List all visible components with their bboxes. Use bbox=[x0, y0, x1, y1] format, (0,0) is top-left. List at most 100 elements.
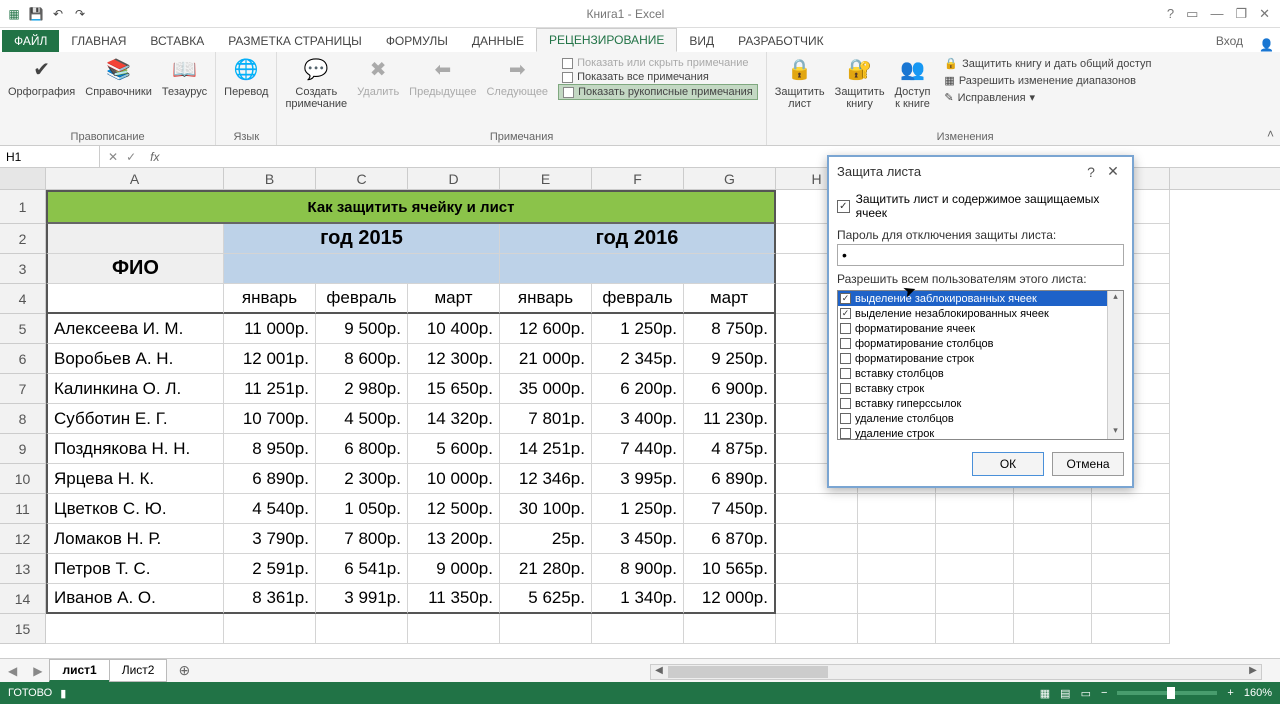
cell[interactable] bbox=[936, 584, 1014, 614]
cell[interactable]: 9 250р. bbox=[684, 344, 776, 374]
cell[interactable]: Субботин Е. Г. bbox=[46, 404, 224, 434]
cell[interactable] bbox=[1092, 554, 1170, 584]
show-ink-comments[interactable]: Показать рукописные примечания bbox=[558, 84, 758, 100]
cell[interactable]: Ярцева Н. К. bbox=[46, 464, 224, 494]
listbox-scrollbar[interactable]: ▴▾ bbox=[1107, 291, 1123, 439]
cell[interactable]: 14 320р. bbox=[408, 404, 500, 434]
cell[interactable]: 12 000р. bbox=[684, 584, 776, 614]
permission-item[interactable]: ✓выделение незаблокированных ячеек bbox=[838, 306, 1123, 321]
cell[interactable]: 7 450р. bbox=[684, 494, 776, 524]
cell[interactable]: 25р. bbox=[500, 524, 592, 554]
cell[interactable] bbox=[1092, 524, 1170, 554]
maximize-icon[interactable]: ❐ bbox=[1235, 6, 1247, 22]
cell[interactable]: год 2016 bbox=[500, 224, 776, 254]
cell[interactable]: 8 600р. bbox=[316, 344, 408, 374]
row-header[interactable]: 3 bbox=[0, 254, 46, 284]
cell[interactable]: Позднякова Н. Н. bbox=[46, 434, 224, 464]
cell[interactable]: 4 500р. bbox=[316, 404, 408, 434]
sheet-tab[interactable]: Лист2 bbox=[109, 659, 168, 682]
row-header[interactable]: 12 bbox=[0, 524, 46, 554]
share-workbook-button[interactable]: 👥Доступ к книге bbox=[895, 56, 931, 110]
cell[interactable]: 11 251р. bbox=[224, 374, 316, 404]
cell[interactable]: январь bbox=[500, 284, 592, 314]
cell[interactable]: 10 700р. bbox=[224, 404, 316, 434]
row-header[interactable]: 8 bbox=[0, 404, 46, 434]
track-changes-button[interactable]: ✎Исправления ▾ bbox=[940, 90, 1155, 105]
cell[interactable]: 11 230р. bbox=[684, 404, 776, 434]
zoom-slider[interactable] bbox=[1117, 691, 1217, 695]
show-hide-comment[interactable]: Показать или скрыть примечание bbox=[558, 56, 758, 70]
row-header[interactable]: 2 bbox=[0, 224, 46, 254]
tab-вид[interactable]: ВИД bbox=[677, 30, 726, 52]
cell[interactable]: 6 900р. bbox=[684, 374, 776, 404]
sheet-tab[interactable]: лист1 bbox=[49, 659, 109, 682]
row-header[interactable]: 1 bbox=[0, 190, 46, 224]
tab-рецензирование[interactable]: РЕЦЕНЗИРОВАНИЕ bbox=[536, 28, 677, 52]
cell[interactable] bbox=[936, 494, 1014, 524]
row-header[interactable]: 6 bbox=[0, 344, 46, 374]
row-header[interactable]: 10 bbox=[0, 464, 46, 494]
cell[interactable]: 8 900р. bbox=[592, 554, 684, 584]
minimize-icon[interactable]: ― bbox=[1210, 6, 1223, 22]
row-header[interactable]: 4 bbox=[0, 284, 46, 314]
tab-файл[interactable]: ФАЙЛ bbox=[2, 30, 59, 52]
new-sheet-button[interactable]: ⊕ bbox=[166, 659, 202, 682]
cell[interactable] bbox=[224, 614, 316, 644]
permission-item[interactable]: вставку строк bbox=[838, 381, 1123, 396]
cell[interactable]: Иванов А. О. bbox=[46, 584, 224, 614]
cell[interactable] bbox=[46, 614, 224, 644]
cell[interactable]: 12 300р. bbox=[408, 344, 500, 374]
horizontal-scrollbar[interactable]: ◀▶ bbox=[650, 664, 1262, 680]
cell[interactable]: Калинкина О. Л. bbox=[46, 374, 224, 404]
col-header-G[interactable]: G bbox=[684, 168, 776, 189]
tab-данные[interactable]: ДАННЫЕ bbox=[460, 30, 536, 52]
cell[interactable]: 3 400р. bbox=[592, 404, 684, 434]
fx-icon[interactable]: fx bbox=[144, 150, 165, 164]
cell[interactable]: январь bbox=[224, 284, 316, 314]
cell[interactable]: 8 361р. bbox=[224, 584, 316, 614]
permission-checkbox[interactable] bbox=[840, 428, 851, 439]
row-header[interactable]: 7 bbox=[0, 374, 46, 404]
permission-checkbox[interactable]: ✓ bbox=[840, 293, 851, 304]
show-all-comments[interactable]: Показать все примечания bbox=[558, 70, 758, 84]
signin-link[interactable]: Вход bbox=[1206, 30, 1253, 52]
cell[interactable]: 6 870р. bbox=[684, 524, 776, 554]
cell[interactable] bbox=[858, 554, 936, 584]
cell[interactable]: 2 980р. bbox=[316, 374, 408, 404]
cell[interactable]: 3 991р. bbox=[316, 584, 408, 614]
cell[interactable]: 1 250р. bbox=[592, 314, 684, 344]
cell[interactable]: 10 565р. bbox=[684, 554, 776, 584]
cell[interactable]: 1 050р. bbox=[316, 494, 408, 524]
cell[interactable] bbox=[1014, 494, 1092, 524]
zoom-in-icon[interactable]: + bbox=[1227, 687, 1233, 699]
collapse-ribbon-icon[interactable]: ˄ bbox=[1267, 127, 1274, 141]
cell[interactable]: Петров Т. С. bbox=[46, 554, 224, 584]
permission-item[interactable]: ✓выделение заблокированных ячеек bbox=[838, 291, 1123, 306]
cell[interactable] bbox=[224, 254, 500, 284]
zoom-level[interactable]: 160% bbox=[1244, 687, 1272, 699]
cell[interactable]: 12 600р. bbox=[500, 314, 592, 344]
cell[interactable] bbox=[592, 614, 684, 644]
cell[interactable]: 12 346р. bbox=[500, 464, 592, 494]
view-normal-icon[interactable]: ▦ bbox=[1040, 687, 1050, 700]
view-layout-icon[interactable]: ▤ bbox=[1060, 687, 1070, 700]
cell[interactable]: 6 800р. bbox=[316, 434, 408, 464]
research-button[interactable]: 📚Справочники bbox=[85, 56, 152, 98]
permission-checkbox[interactable] bbox=[840, 368, 851, 379]
cell[interactable]: 3 450р. bbox=[592, 524, 684, 554]
ribbon-options-icon[interactable]: ▭ bbox=[1186, 6, 1198, 22]
cell[interactable] bbox=[1014, 524, 1092, 554]
cell[interactable]: 4 875р. bbox=[684, 434, 776, 464]
cell[interactable]: 2 345р. bbox=[592, 344, 684, 374]
cell[interactable]: Алексеева И. М. bbox=[46, 314, 224, 344]
macro-record-icon[interactable]: ▮ bbox=[60, 687, 66, 700]
cell[interactable]: 12 001р. bbox=[224, 344, 316, 374]
cell[interactable]: 15 650р. bbox=[408, 374, 500, 404]
cell[interactable] bbox=[936, 524, 1014, 554]
ok-button[interactable]: ОК bbox=[972, 452, 1044, 476]
cell[interactable] bbox=[46, 284, 224, 314]
sheet-nav-prev-icon[interactable]: ◀ bbox=[0, 664, 25, 678]
permission-checkbox[interactable]: ✓ bbox=[840, 308, 851, 319]
permission-item[interactable]: удаление столбцов bbox=[838, 411, 1123, 426]
cell[interactable] bbox=[776, 524, 858, 554]
